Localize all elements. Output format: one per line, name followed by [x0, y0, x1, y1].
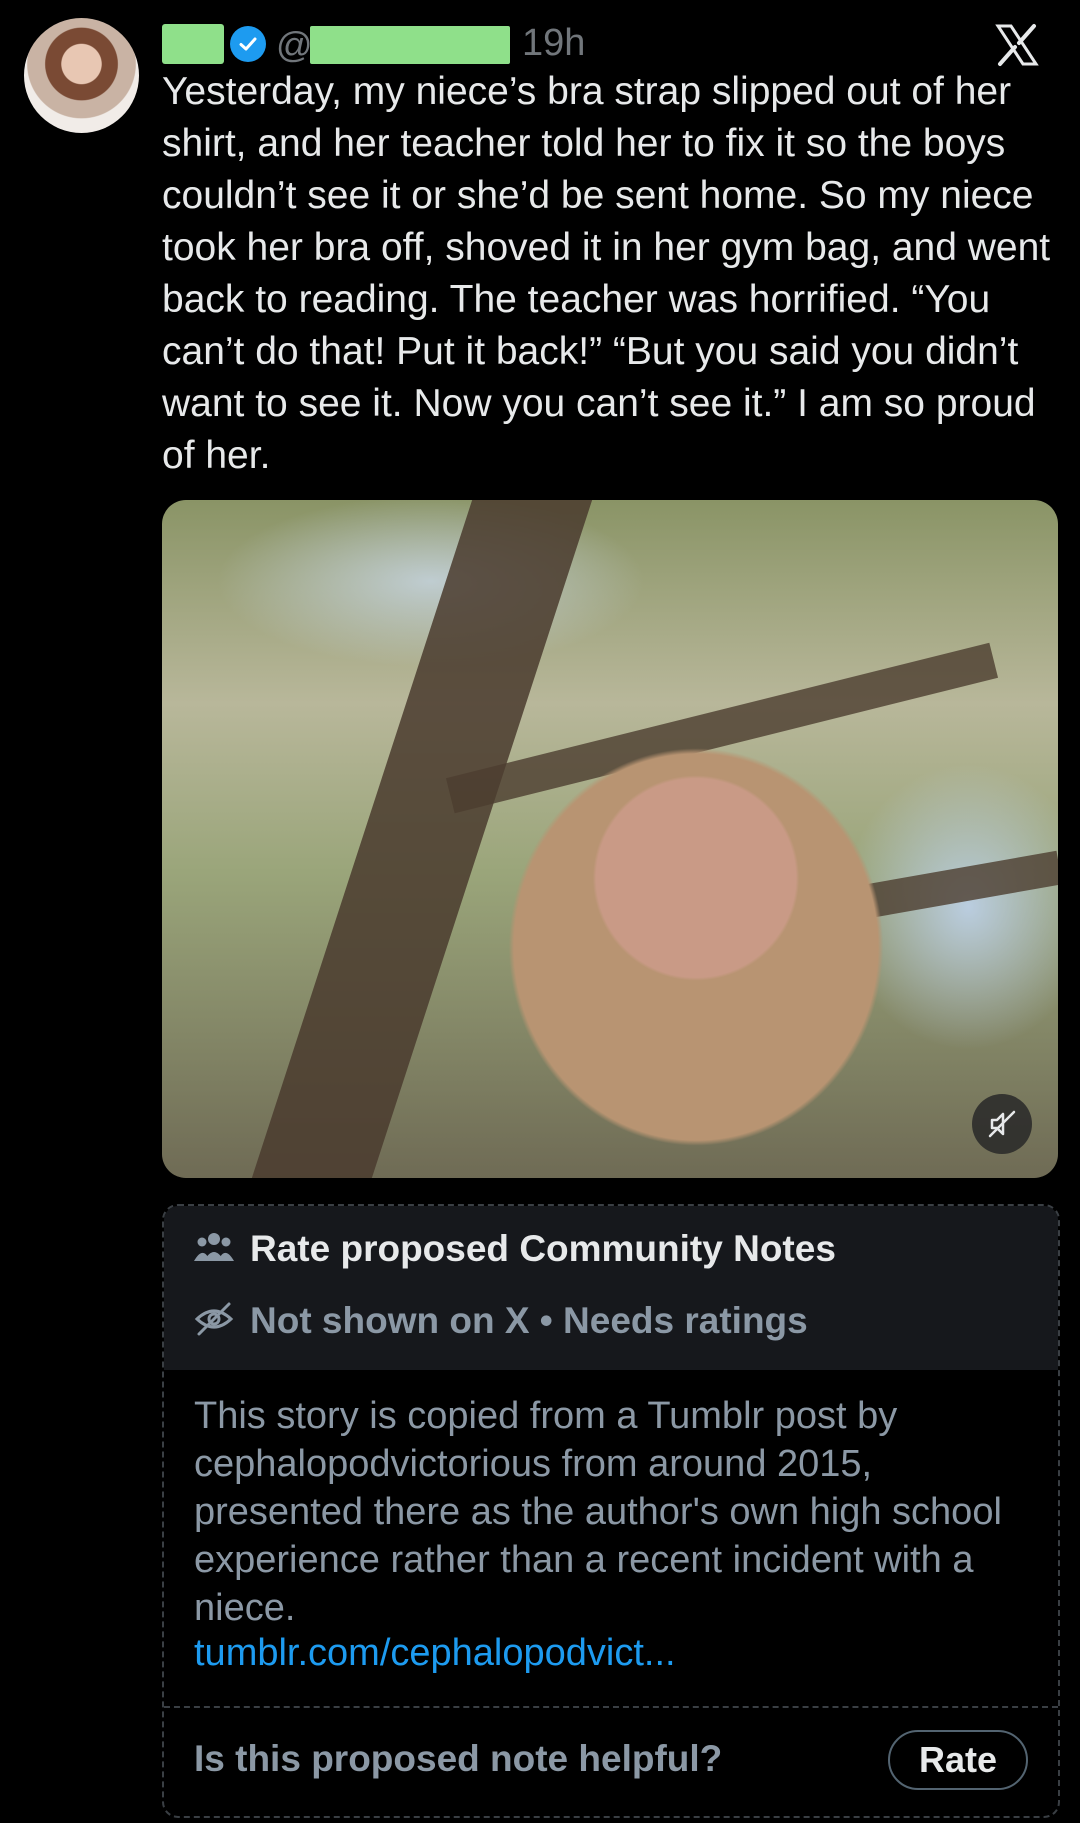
note-body: This story is copied from a Tumblr post …	[194, 1395, 1002, 1629]
note-divider	[164, 1706, 1058, 1708]
note-status-row: Not shown on X • Needs ratings	[194, 1300, 808, 1342]
rate-notes-row[interactable]: Rate proposed Community Notes	[194, 1228, 836, 1270]
eye-slash-icon	[194, 1301, 234, 1342]
community-note-panel: Rate proposed Community Notes Not shown …	[162, 1204, 1060, 1818]
x-logo-icon	[994, 22, 1040, 68]
speaker-muted-icon[interactable]	[972, 1094, 1032, 1154]
rate-button[interactable]: Rate	[888, 1730, 1028, 1790]
community-note-header: Rate proposed Community Notes Not shown …	[164, 1206, 1058, 1370]
note-status: Not shown on X • Needs ratings	[250, 1300, 808, 1341]
author-avatar[interactable]	[24, 18, 139, 133]
community-notes-title: Rate proposed Community Notes	[250, 1228, 836, 1269]
post-video[interactable]	[162, 500, 1058, 1178]
video-person	[462, 740, 982, 1178]
post-header: @ 19h	[162, 10, 1062, 66]
helpful-prompt: Is this proposed note helpful?	[194, 1738, 723, 1779]
people-icon	[194, 1229, 234, 1270]
post-text: Yesterday, my niece’s bra strap slipped …	[162, 70, 1051, 477]
handle-at-sign: @	[276, 24, 313, 65]
redacted-handle	[310, 26, 510, 64]
redacted-display-name	[162, 24, 224, 64]
post-time[interactable]: 19h	[522, 22, 585, 65]
verified-badge-icon	[230, 26, 266, 62]
note-source-link[interactable]: tumblr.com/cephalopodvict...	[194, 1632, 676, 1675]
